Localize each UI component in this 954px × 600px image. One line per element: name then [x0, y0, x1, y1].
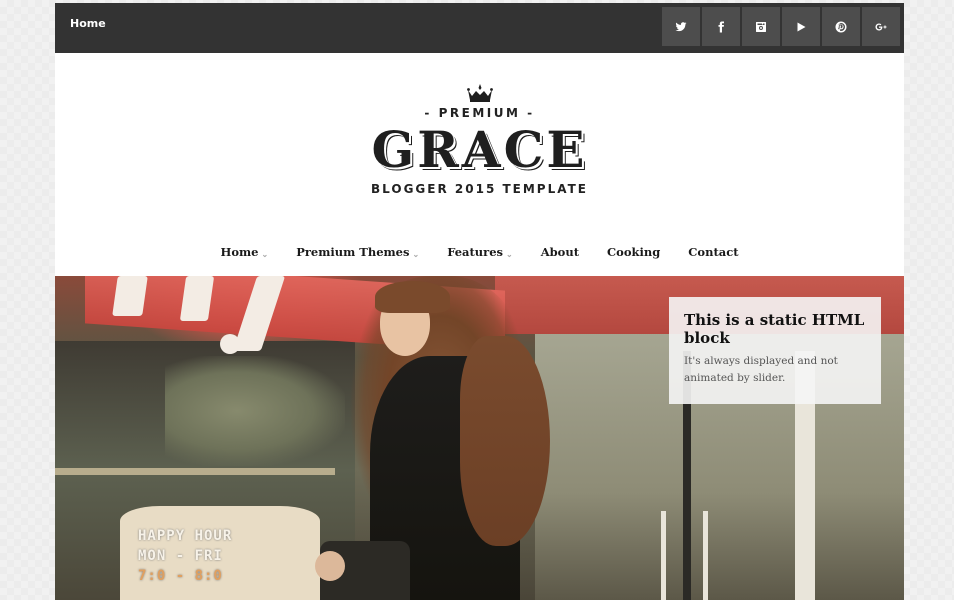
hero-model-hand [315, 551, 345, 581]
hero-bg-pillar [703, 511, 708, 600]
hero-model-photo [315, 276, 550, 600]
youtube-button[interactable] [782, 7, 820, 46]
logo-title: GRACE [371, 120, 588, 179]
nav-item-contact[interactable]: Contact [674, 245, 752, 259]
facebook-icon [718, 21, 724, 32]
twitter-icon [675, 21, 687, 31]
sign-row: 7:0 - 8:0 [138, 568, 223, 584]
nav-item-features[interactable]: Features ⌄ [433, 245, 527, 259]
social-links [662, 7, 900, 46]
sign-row: HAPPY HOUR [138, 528, 233, 544]
logo-tagline: BLOGGER 2015 TEMPLATE [371, 182, 588, 196]
static-block-title: This is a static HTML block [684, 311, 865, 347]
sign-row: MON - FRI [138, 548, 223, 564]
chevron-down-icon: ⌄ [506, 248, 513, 259]
chevron-down-icon: ⌄ [261, 248, 269, 259]
twitter-button[interactable] [662, 7, 700, 46]
static-html-block: This is a static HTML block It's always … [669, 297, 881, 404]
static-block-text: It's always displayed and not animated b… [684, 355, 838, 384]
nav-item-label: Features [447, 245, 504, 259]
crown-icon [466, 84, 493, 102]
youtube-icon [797, 22, 806, 31]
nav-item-home[interactable]: Home ⌄ [206, 245, 282, 259]
hero-bg-rail [55, 468, 335, 475]
chevron-down-icon: ⌄ [412, 248, 420, 259]
nav-item-label: Cooking [607, 245, 661, 259]
nav-item-label: Contact [688, 245, 739, 259]
nav-item-label: About [540, 245, 580, 259]
logo-premium-text: - PREMIUM - [424, 106, 535, 120]
google-plus-button[interactable] [862, 7, 900, 46]
instagram-button[interactable] [742, 7, 780, 46]
nav-item-label: Premium Themes [296, 245, 410, 259]
facebook-button[interactable] [702, 7, 740, 46]
instagram-icon [756, 21, 766, 32]
pinterest-button[interactable] [822, 7, 860, 46]
hero-sign-letter [112, 276, 148, 316]
nav-item-label: Home [220, 245, 259, 259]
hero-slider[interactable]: HAPPY HOUR MON - FRI 7:0 - 8:0 This is a… [55, 276, 904, 600]
topbar-home-link[interactable]: Home [70, 17, 106, 30]
main-nav: Home ⌄ Premium Themes ⌄ Features ⌄ About… [55, 245, 904, 259]
nav-item-premium-themes[interactable]: Premium Themes ⌄ [282, 245, 433, 259]
hero-model-bangs [375, 281, 450, 313]
site-logo[interactable]: - PREMIUM - GRACE BLOGGER 2015 TEMPLATE [55, 83, 904, 196]
pinterest-icon [835, 21, 847, 32]
hero-happy-hour-sign: HAPPY HOUR MON - FRI 7:0 - 8:0 [120, 506, 320, 600]
top-bar: Home [55, 3, 904, 53]
hero-bg-pillar [661, 511, 666, 600]
google-plus-icon [875, 23, 887, 30]
page-container: Home - PREMIUM - GRACE BLOGGER 2015 TEMP… [55, 3, 904, 600]
hero-bg-reflection [165, 356, 345, 466]
hero-model-hair-front [460, 336, 550, 546]
nav-item-about[interactable]: About [527, 245, 593, 259]
nav-item-cooking[interactable]: Cooking [593, 245, 674, 259]
